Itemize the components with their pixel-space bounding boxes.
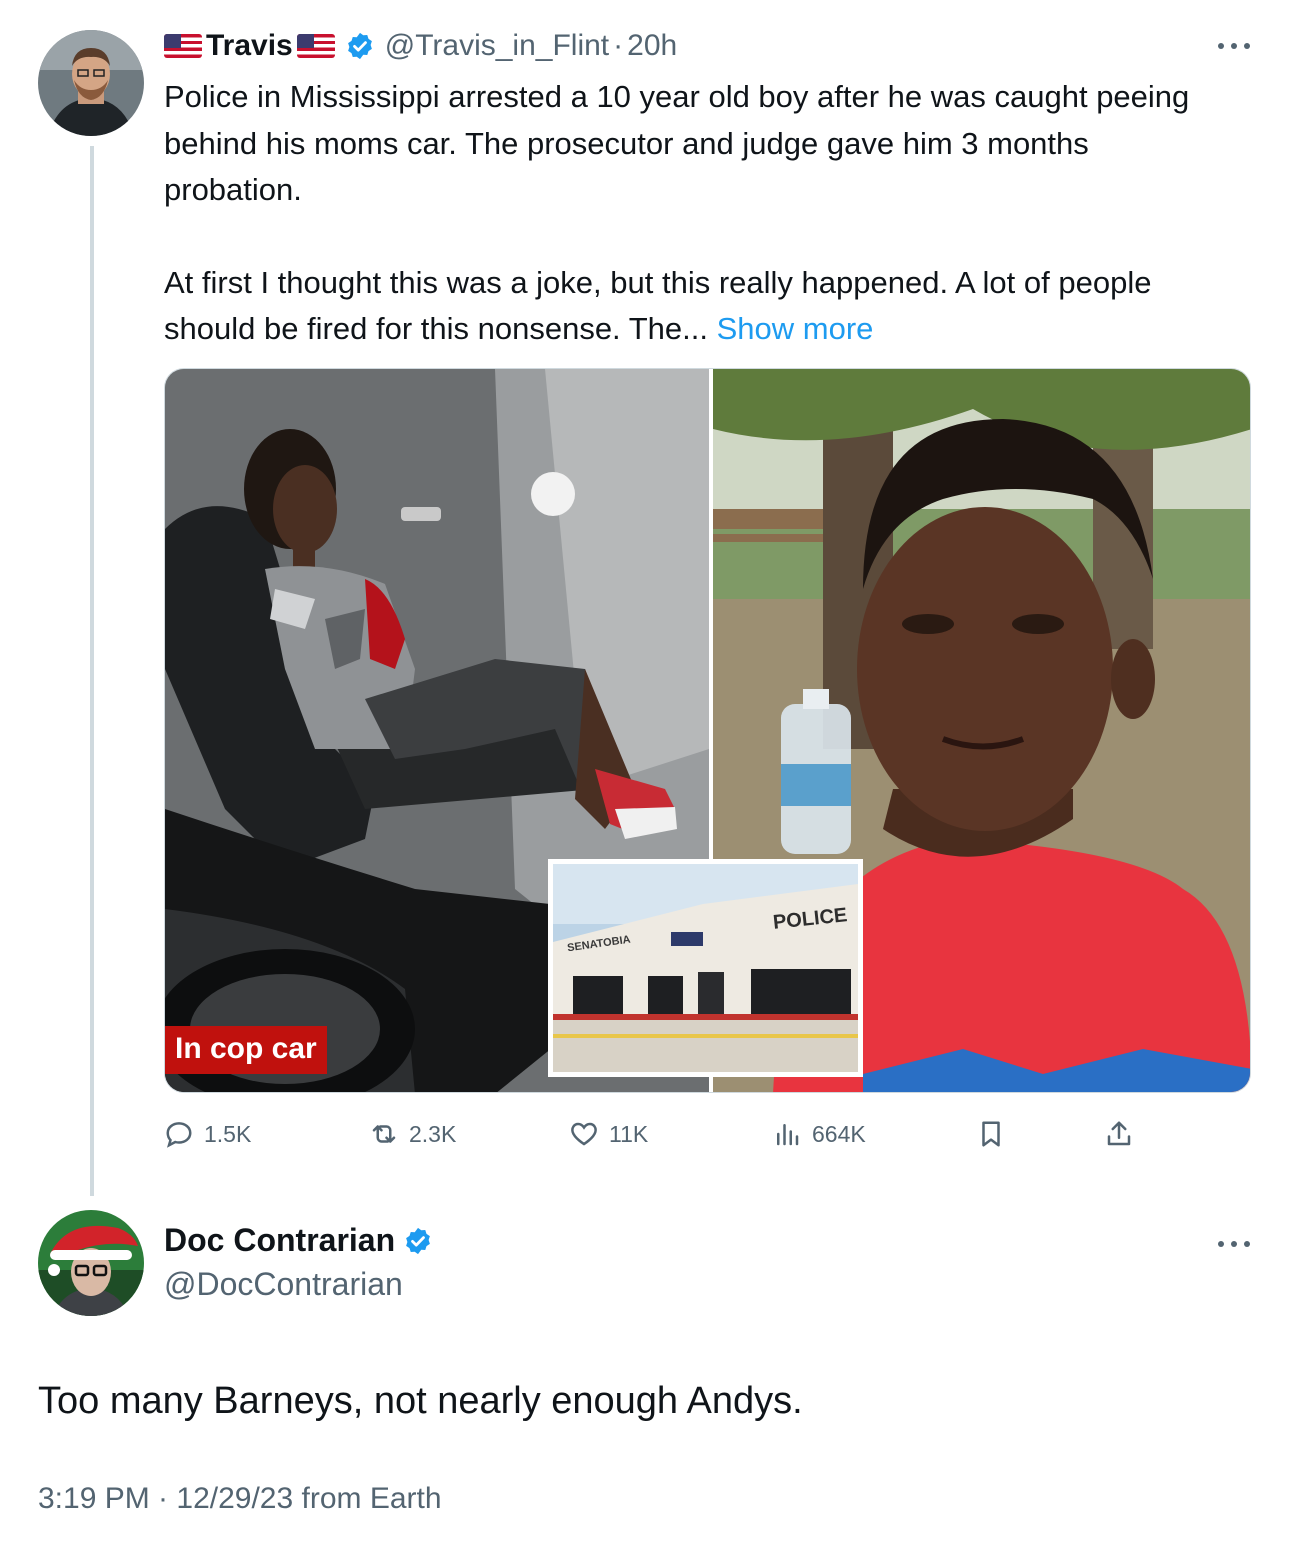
tweet-header: Travis @Travis_in_Flint · 20h xyxy=(164,28,677,64)
share-icon xyxy=(1107,1121,1131,1146)
reply-author-row: Doc Contrarian xyxy=(164,1222,433,1259)
reply-text: Too many Barneys, not nearly enough Andy… xyxy=(38,1380,803,1422)
thread-connector xyxy=(90,146,94,1196)
tweet-paragraph-2: At first I thought this was a joke, but … xyxy=(164,260,1224,353)
flag-icon xyxy=(296,34,335,58)
flag-icon xyxy=(164,34,202,58)
reply-author-name[interactable]: Doc Contrarian xyxy=(164,1222,395,1259)
tweet-media[interactable]: In cop car POLICE SENATOBIA xyxy=(164,368,1251,1093)
author-handle[interactable]: @Travis_in_Flint xyxy=(385,29,609,63)
media-inset-police-building: POLICE SENATOBIA xyxy=(548,859,863,1077)
like-icon xyxy=(571,1122,597,1146)
bookmark-button[interactable] xyxy=(976,1112,1006,1156)
bookmark-icon xyxy=(982,1121,1000,1147)
doc-contrarian-avatar[interactable] xyxy=(38,1210,144,1316)
separator: · xyxy=(613,29,624,62)
verified-icon xyxy=(347,32,372,60)
reply-button[interactable]: 1.5K xyxy=(164,1112,251,1156)
repost-icon xyxy=(372,1125,396,1143)
reply-timestamp[interactable]: 3:19 PM · 12/29/23 from Earth xyxy=(38,1482,442,1516)
media-caption: In cop car xyxy=(165,1026,327,1074)
reply-author-handle[interactable]: @DocContrarian xyxy=(164,1266,403,1303)
author-name[interactable]: Travis xyxy=(206,29,293,63)
repost-count: 2.3K xyxy=(409,1120,457,1147)
more-icon[interactable] xyxy=(1218,1240,1250,1248)
tweet-paragraph-2-text: At first I thought this was a joke, but … xyxy=(164,264,1152,347)
more-icon[interactable] xyxy=(1218,42,1250,50)
reply-count: 1.5K xyxy=(204,1120,252,1147)
like-count: 11K xyxy=(609,1120,649,1147)
views-button[interactable]: 664K xyxy=(772,1112,866,1156)
reply-icon xyxy=(166,1122,192,1148)
tweet-text: Police in Mississippi arrested a 10 year… xyxy=(164,74,1224,353)
tweet-time[interactable]: 20h xyxy=(627,29,677,63)
verified-icon xyxy=(406,1227,431,1254)
views-count: 664K xyxy=(812,1120,866,1147)
travis-avatar[interactable] xyxy=(38,30,144,136)
share-button[interactable] xyxy=(1104,1112,1134,1156)
tweet-actions: 1.5K 2.3K 11K 664K xyxy=(164,1112,1164,1156)
tweet-paragraph-1: Police in Mississippi arrested a 10 year… xyxy=(164,79,1190,207)
show-more-link[interactable]: Show more xyxy=(717,311,874,346)
views-icon xyxy=(777,1124,799,1146)
repost-button[interactable]: 2.3K xyxy=(369,1112,456,1156)
like-button[interactable]: 11K xyxy=(569,1112,648,1156)
